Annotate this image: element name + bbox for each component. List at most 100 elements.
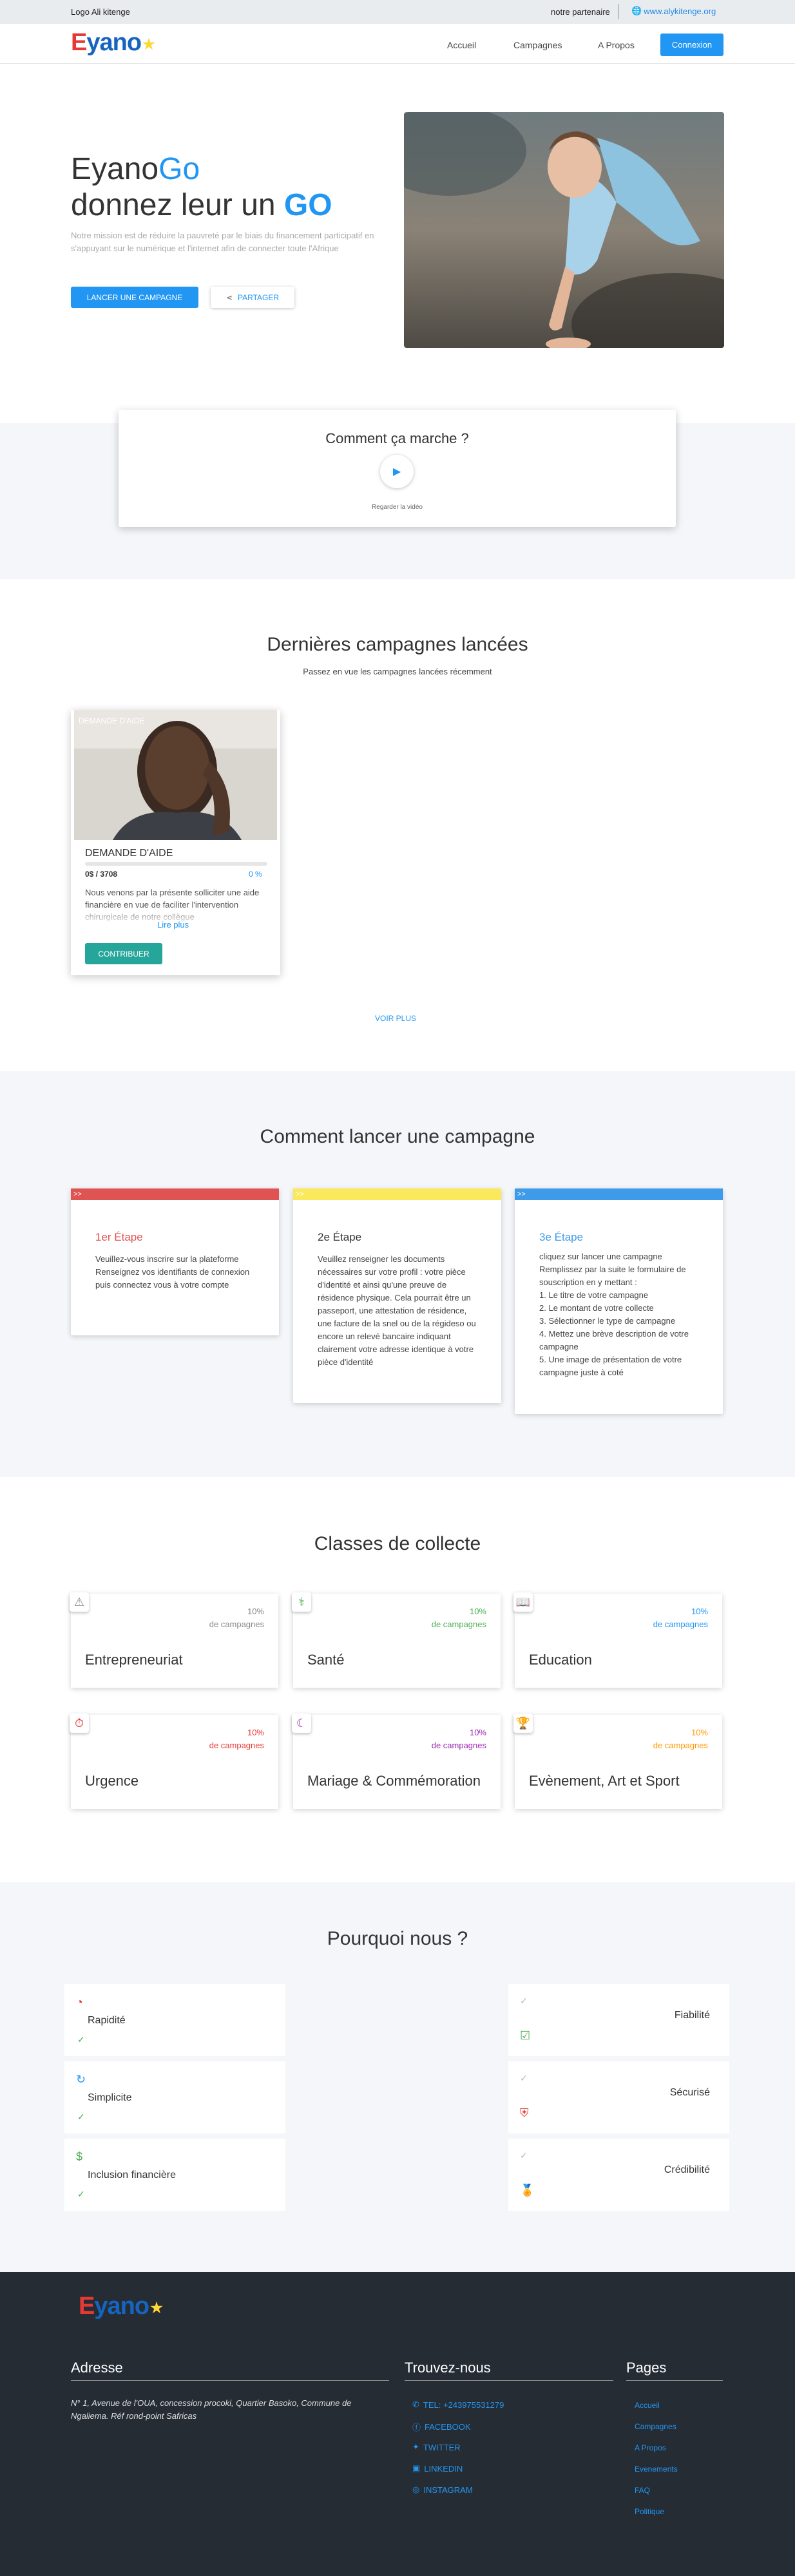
footer-link-accueil[interactable]: Accueil (635, 2401, 660, 2410)
class-card-education[interactable]: 📖 10% de campagnes Education (513, 1592, 722, 1688)
step-3-intro: cliquez sur lancer une campagne Rempliss… (539, 1252, 686, 1287)
nav-a-propos[interactable]: A Propos (598, 40, 635, 50)
class-percent-label: de campagnes (431, 1741, 486, 1750)
why-item-credibilite: ✓ Crédibilité 🏅 (508, 2139, 729, 2211)
step-1-bar: >> (71, 1188, 279, 1200)
site-logo[interactable]: Eyano ★ (71, 29, 155, 57)
class-card-mariage[interactable]: ☾ 10% de campagnes Mariage & Commémoratio… (292, 1713, 501, 1809)
why-label: Crédibilité (664, 2164, 710, 2175)
address-text: N° 1, Avenue de l'OUA, concession procok… (71, 2398, 352, 2421)
class-percent-label: de campagnes (209, 1619, 264, 1629)
footer-link-faq[interactable]: FAQ (635, 2486, 650, 2495)
launch-campaign-button[interactable]: LANCER UNE CAMPAGNE (71, 287, 198, 308)
check-icon: ✓ (77, 2034, 85, 2045)
nav-campagnes[interactable]: Campagnes (513, 40, 562, 50)
hero-title-go: Go (158, 152, 200, 186)
step-3-bar: >> (515, 1188, 723, 1200)
hero-title-line2: donnez leur un (71, 188, 284, 222)
moon-icon: ☾ (292, 1713, 311, 1733)
partner-link[interactable]: 🌐 www.alykitenge.org (631, 6, 716, 16)
money-icon: $ (76, 2150, 83, 2163)
class-percent: 10% (691, 1607, 708, 1616)
class-percent-label: de campagnes (653, 1741, 708, 1750)
video-label: Regarder la vidéo (372, 504, 423, 511)
step-2-title: 2e Étape (318, 1231, 362, 1243)
campaign-percent: 0 % (249, 870, 262, 879)
hero-title: EyanoGo donnez leur un GO (71, 151, 332, 224)
footer-link-apropos[interactable]: A Propos (635, 2443, 666, 2452)
step-2-bar: >> (293, 1188, 501, 1200)
footer-logo[interactable]: Eyano ★ (79, 2293, 163, 2320)
class-card-entrepreneuriat[interactable]: ⚠ 10% de campagnes Entrepreneuriat (70, 1592, 278, 1688)
instagram-link[interactable]: ◎ INSTAGRAM (412, 2485, 473, 2495)
why-item-securise: ✓ Sécurisé ⛨ (508, 2061, 729, 2133)
why-title: Pourquoi nous ? (327, 1928, 468, 1949)
hero-title-go-bold: GO (283, 188, 332, 222)
class-percent-label: de campagnes (653, 1619, 708, 1629)
phone-link[interactable]: ✆ TEL: +243975531279 (412, 2399, 504, 2410)
class-percent-label: de campagnes (431, 1619, 486, 1629)
hero-title-eyano: Eyano (71, 152, 159, 186)
login-button[interactable]: Connexion (660, 33, 723, 56)
check-box-icon: ☑ (520, 2029, 531, 2042)
class-percent: 10% (247, 1607, 264, 1616)
contact-title: Trouvez-nous (405, 2360, 613, 2381)
check-icon: ✓ (520, 2150, 528, 2161)
class-name: Entrepreneuriat (85, 1652, 183, 1668)
step-1-title: 1er Étape (95, 1231, 143, 1243)
top-bar: Logo Ali kitenge notre partenaire 🌐 www.… (0, 0, 795, 24)
partner-link-text: www.alykitenge.org (644, 6, 716, 16)
why-item-inclusion: $ Inclusion financière ✓ (64, 2139, 285, 2211)
list-item: Mettez une brève description de votre ca… (539, 1328, 704, 1353)
trophy-icon: 🏆 (513, 1713, 533, 1733)
footer-link-campagnes[interactable]: Campagnes (635, 2422, 676, 2431)
speed-icon: ◔ (76, 1996, 83, 2008)
how-card: Comment ça marche ? ▶ Regarder la vidéo (119, 410, 676, 527)
refresh-icon: ↻ (76, 2073, 86, 2086)
why-label: Fiabilité (674, 2010, 710, 2021)
nav-accueil[interactable]: Accueil (447, 40, 476, 50)
facebook-link[interactable]: ⓕ FACEBOOK (412, 2421, 471, 2433)
footer-link-politique[interactable]: Politique (635, 2507, 664, 2516)
play-icon: ▶ (392, 466, 401, 477)
class-name: Urgence (85, 1773, 139, 1789)
list-item: Le titre de votre campagne (539, 1289, 704, 1302)
read-more-link[interactable]: Lire plus (157, 920, 189, 930)
latest-subtitle: Passez en vue les campagnes lancées réce… (303, 667, 492, 676)
linkedin-link[interactable]: ▣ LINKEDIN (412, 2463, 463, 2474)
facebook-label: FACEBOOK (425, 2422, 471, 2432)
twitter-label: TWITTER (423, 2442, 461, 2452)
twitter-link[interactable]: ✦ TWITTER (412, 2442, 461, 2452)
footer-link-evenements[interactable]: Evenements (635, 2465, 678, 2474)
latest-title: Dernières campagnes lancées (267, 634, 528, 655)
linkedin-label: LINKEDIN (424, 2463, 463, 2474)
why-item-fiabilite: ✓ Fiabilité ☑ (508, 1984, 729, 2056)
step-1-text: Veuillez-vous inscrire sur la plateforme… (95, 1254, 250, 1290)
class-name: Mariage & Commémoration (307, 1773, 481, 1789)
check-icon: ✓ (77, 2112, 85, 2122)
class-card-urgence[interactable]: ⏱ 10% de campagnes Urgence (70, 1713, 278, 1809)
class-percent: 10% (469, 1607, 486, 1616)
play-video-button[interactable]: ▶ (380, 455, 414, 488)
shield-icon: ⛨ (520, 2106, 529, 2119)
hero-subtitle: Notre mission est de réduire la pauvreté… (71, 231, 374, 253)
campaign-card: DEMANDE D'AIDE DEMANDE D'AIDE 0$ / 3708 … (71, 710, 280, 975)
list-item: Le montant de votre collecte (539, 1302, 704, 1315)
class-percent-label: de campagnes (209, 1741, 264, 1750)
why-label: Inclusion financière (88, 2170, 176, 2180)
facebook-icon: ⓕ (412, 2423, 421, 2432)
step-card-3: >> 3e Étape cliquez sur lancer une campa… (515, 1188, 723, 1414)
pages-title: Pages (626, 2360, 723, 2381)
class-card-evenement[interactable]: 🏆 10% de campagnes Evènement, Art et Spor… (513, 1713, 722, 1809)
book-icon: 📖 (513, 1592, 533, 1612)
campaign-image (74, 710, 277, 840)
class-card-sante[interactable]: ⚕ 10% de campagnes Santé (292, 1592, 501, 1688)
why-label: Rapidité (88, 2015, 126, 2026)
campaign-progress-bar (85, 862, 267, 866)
address-title: Adresse (71, 2360, 389, 2381)
see-more-link[interactable]: VOIR PLUS (375, 1014, 416, 1023)
why-item-simplicite: ↻ Simplicite ✓ (64, 2061, 285, 2133)
warning-icon: ⚠ (70, 1592, 89, 1612)
contribute-button[interactable]: CONTRIBUER (85, 943, 162, 964)
share-button[interactable]: ⋖ PARTAGER (211, 287, 294, 308)
